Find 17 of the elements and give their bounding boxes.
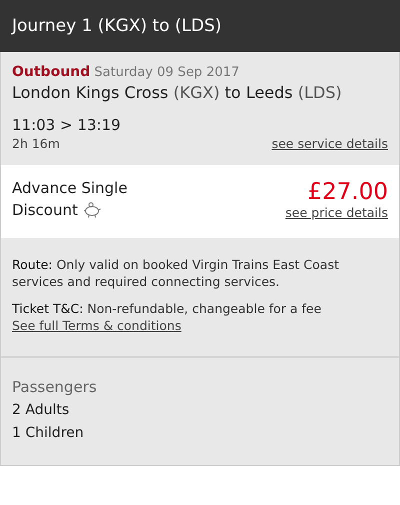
fare-name: Advance Single xyxy=(12,179,128,197)
price-details-link[interactable]: see price details xyxy=(285,205,388,220)
passenger-count: 2 Adults xyxy=(12,401,70,420)
journey-duration: 2h 16m xyxy=(12,136,60,151)
outbound-date: Outbound Saturday 09 Sep 2017 xyxy=(12,64,240,80)
piggy-bank-icon xyxy=(82,202,101,218)
journey-times: 11:03 > 13:19 xyxy=(12,116,122,134)
passenger-count: 1 Children xyxy=(12,424,85,443)
passengers-heading: Passengers xyxy=(12,377,98,398)
fare-type: Discount xyxy=(12,201,78,219)
service-details-link[interactable]: see service details xyxy=(272,136,388,151)
journey-title: Journey 1 (KGX) to (LDS) xyxy=(12,16,222,36)
terms-link[interactable]: See full Terms & conditions xyxy=(12,318,182,333)
fare-price: £27.00 xyxy=(308,179,388,205)
route-title: London Kings Cross (KGX) to Leeds (LDS) xyxy=(12,83,343,102)
ticket-conditions: Ticket T&C: Non-refundable, changeable for a fee xyxy=(12,300,322,317)
route-condition: Route: Only valid on booked Virgin Trains East Coast services and required connecting services. xyxy=(12,256,340,290)
